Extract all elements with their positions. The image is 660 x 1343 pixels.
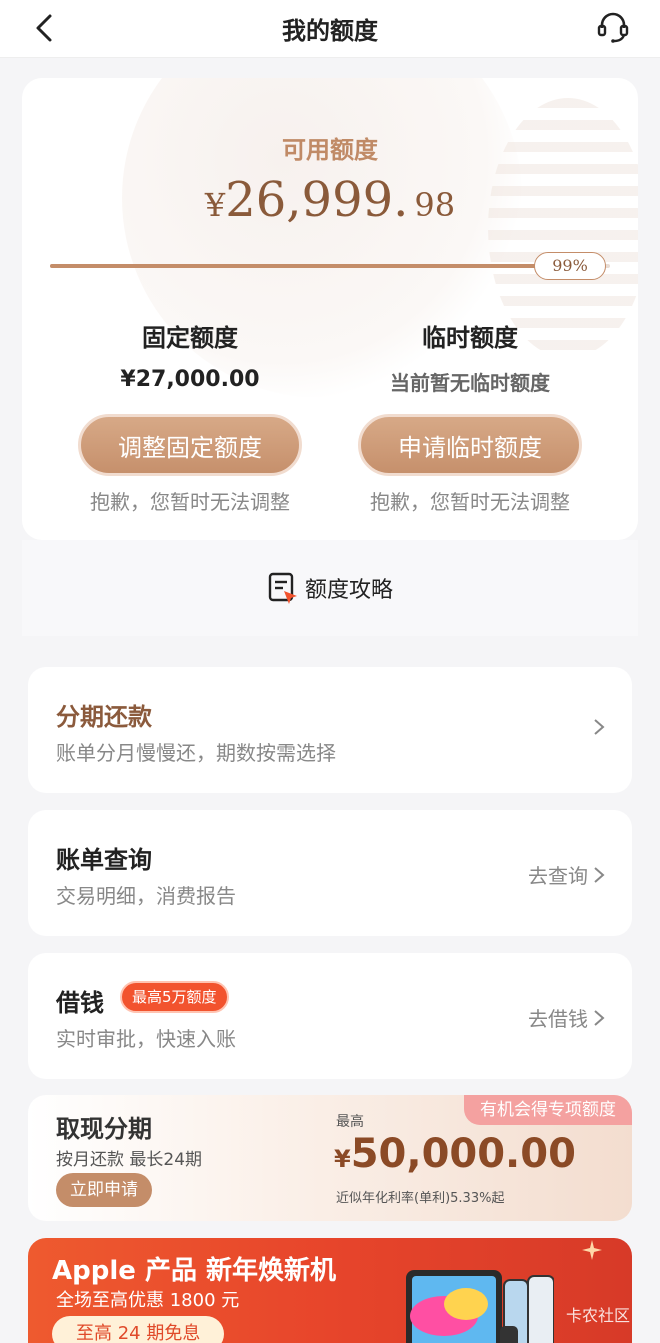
chevron-right-icon xyxy=(594,866,605,883)
interest-rate-note: 近似年化利率(单利)5.33%起 xyxy=(336,1191,505,1206)
available-quota-amount: ¥26,999. 98 xyxy=(22,172,638,228)
apply-temp-quota-button[interactable]: 申请临时额度 xyxy=(358,414,582,476)
cash-amount-value: 50,000.00 xyxy=(350,1131,576,1177)
quota-progress-fill xyxy=(50,264,605,268)
cash-currency-symbol: ¥ xyxy=(334,1145,351,1173)
available-quota-label: 可用额度 xyxy=(282,136,378,164)
bill-query-action-label: 去查询 xyxy=(528,864,588,888)
cash-installment-card[interactable]: 取现分期 按月还款 最长24期 立即申请 有机会得专项额度 最高 ¥50,000… xyxy=(28,1095,632,1221)
banner-title: Apple 产品 新年焕新机 xyxy=(52,1256,336,1286)
quota-progress-badge: 99% xyxy=(534,252,606,280)
borrow-action[interactable]: 去借钱 xyxy=(528,1003,606,1032)
borrow-title: 借钱 xyxy=(56,989,104,1017)
customer-service-icon[interactable] xyxy=(596,10,630,44)
banner-interest-free-pill: 至高 24 期免息 xyxy=(52,1316,225,1343)
page-title: 我的额度 xyxy=(282,17,378,45)
strategy-document-icon xyxy=(268,572,297,604)
cash-installment-title: 取现分期 xyxy=(56,1114,152,1143)
sparkle-icon xyxy=(582,1240,602,1260)
fixed-quota-column: 固定额度 ¥27,000.00 xyxy=(75,318,305,392)
installment-subtitle: 账单分月慢慢还，期数按需选择 xyxy=(56,741,336,765)
temp-quota-value: 当前暂无临时额度 xyxy=(390,371,550,395)
apple-devices-image xyxy=(406,1270,554,1343)
fixed-quota-title: 固定额度 xyxy=(142,324,238,352)
quota-progress-bar xyxy=(50,264,610,268)
bill-query-subtitle: 交易明细，消费报告 xyxy=(56,884,236,908)
installment-action[interactable] xyxy=(588,717,606,737)
special-quota-tag: 有机会得专项额度 xyxy=(464,1095,632,1125)
bill-query-row[interactable]: 账单查询 交易明细，消费报告 去查询 xyxy=(28,810,632,936)
chevron-right-icon xyxy=(594,1009,605,1026)
banner-subtitle: 全场至高优惠 1800 元 xyxy=(56,1290,240,1311)
bill-query-title: 账单查询 xyxy=(56,846,152,874)
fixed-quota-value: ¥27,000.00 xyxy=(120,367,260,392)
apply-now-button[interactable]: 立即申请 xyxy=(56,1173,152,1207)
cash-installment-subtitle: 按月还款 最长24期 xyxy=(56,1150,203,1170)
temp-quota-column: 临时额度 当前暂无临时额度 xyxy=(355,318,585,396)
temp-quota-title: 临时额度 xyxy=(422,324,518,352)
borrow-limit-badge: 最高5万额度 xyxy=(120,981,229,1013)
borrow-action-label: 去借钱 xyxy=(528,1007,588,1031)
amount-integer: 26,999. xyxy=(225,172,409,228)
strategy-label: 额度攻略 xyxy=(304,578,393,603)
temp-quota-note: 抱歉，您暂时无法调整 xyxy=(370,490,570,514)
installment-title: 分期还款 xyxy=(56,703,152,731)
borrow-row[interactable]: 借钱 最高5万额度 实时审批，快速入账 去借钱 xyxy=(28,953,632,1079)
installment-repayment-row[interactable]: 分期还款 账单分月慢慢还，期数按需选择 xyxy=(28,667,632,793)
chevron-right-icon xyxy=(594,719,605,735)
borrow-subtitle: 实时审批，快速入账 xyxy=(56,1027,236,1051)
back-arrow-icon[interactable] xyxy=(30,13,60,43)
top-bar: 我的额度 xyxy=(0,0,660,58)
amount-decimal: 98 xyxy=(414,186,456,224)
cash-max-amount: ¥50,000.00 xyxy=(334,1131,576,1177)
quota-strategy-link[interactable]: 额度攻略 xyxy=(22,540,638,636)
max-label: 最高 xyxy=(336,1114,364,1130)
adjust-fixed-quota-button[interactable]: 调整固定额度 xyxy=(78,414,302,476)
currency-symbol: ¥ xyxy=(204,186,226,224)
bill-query-action[interactable]: 去查询 xyxy=(528,860,606,889)
watermark-text: 卡农社区 xyxy=(565,1306,630,1325)
fixed-quota-note: 抱歉，您暂时无法调整 xyxy=(90,490,290,514)
apple-promo-banner[interactable]: Apple 产品 新年焕新机 全场至高优惠 1800 元 至高 24 期免息 卡… xyxy=(28,1238,632,1343)
quota-card: 可用额度 ¥26,999. 98 99% 固定额度 ¥27,000.00 临时额度… xyxy=(22,78,638,540)
